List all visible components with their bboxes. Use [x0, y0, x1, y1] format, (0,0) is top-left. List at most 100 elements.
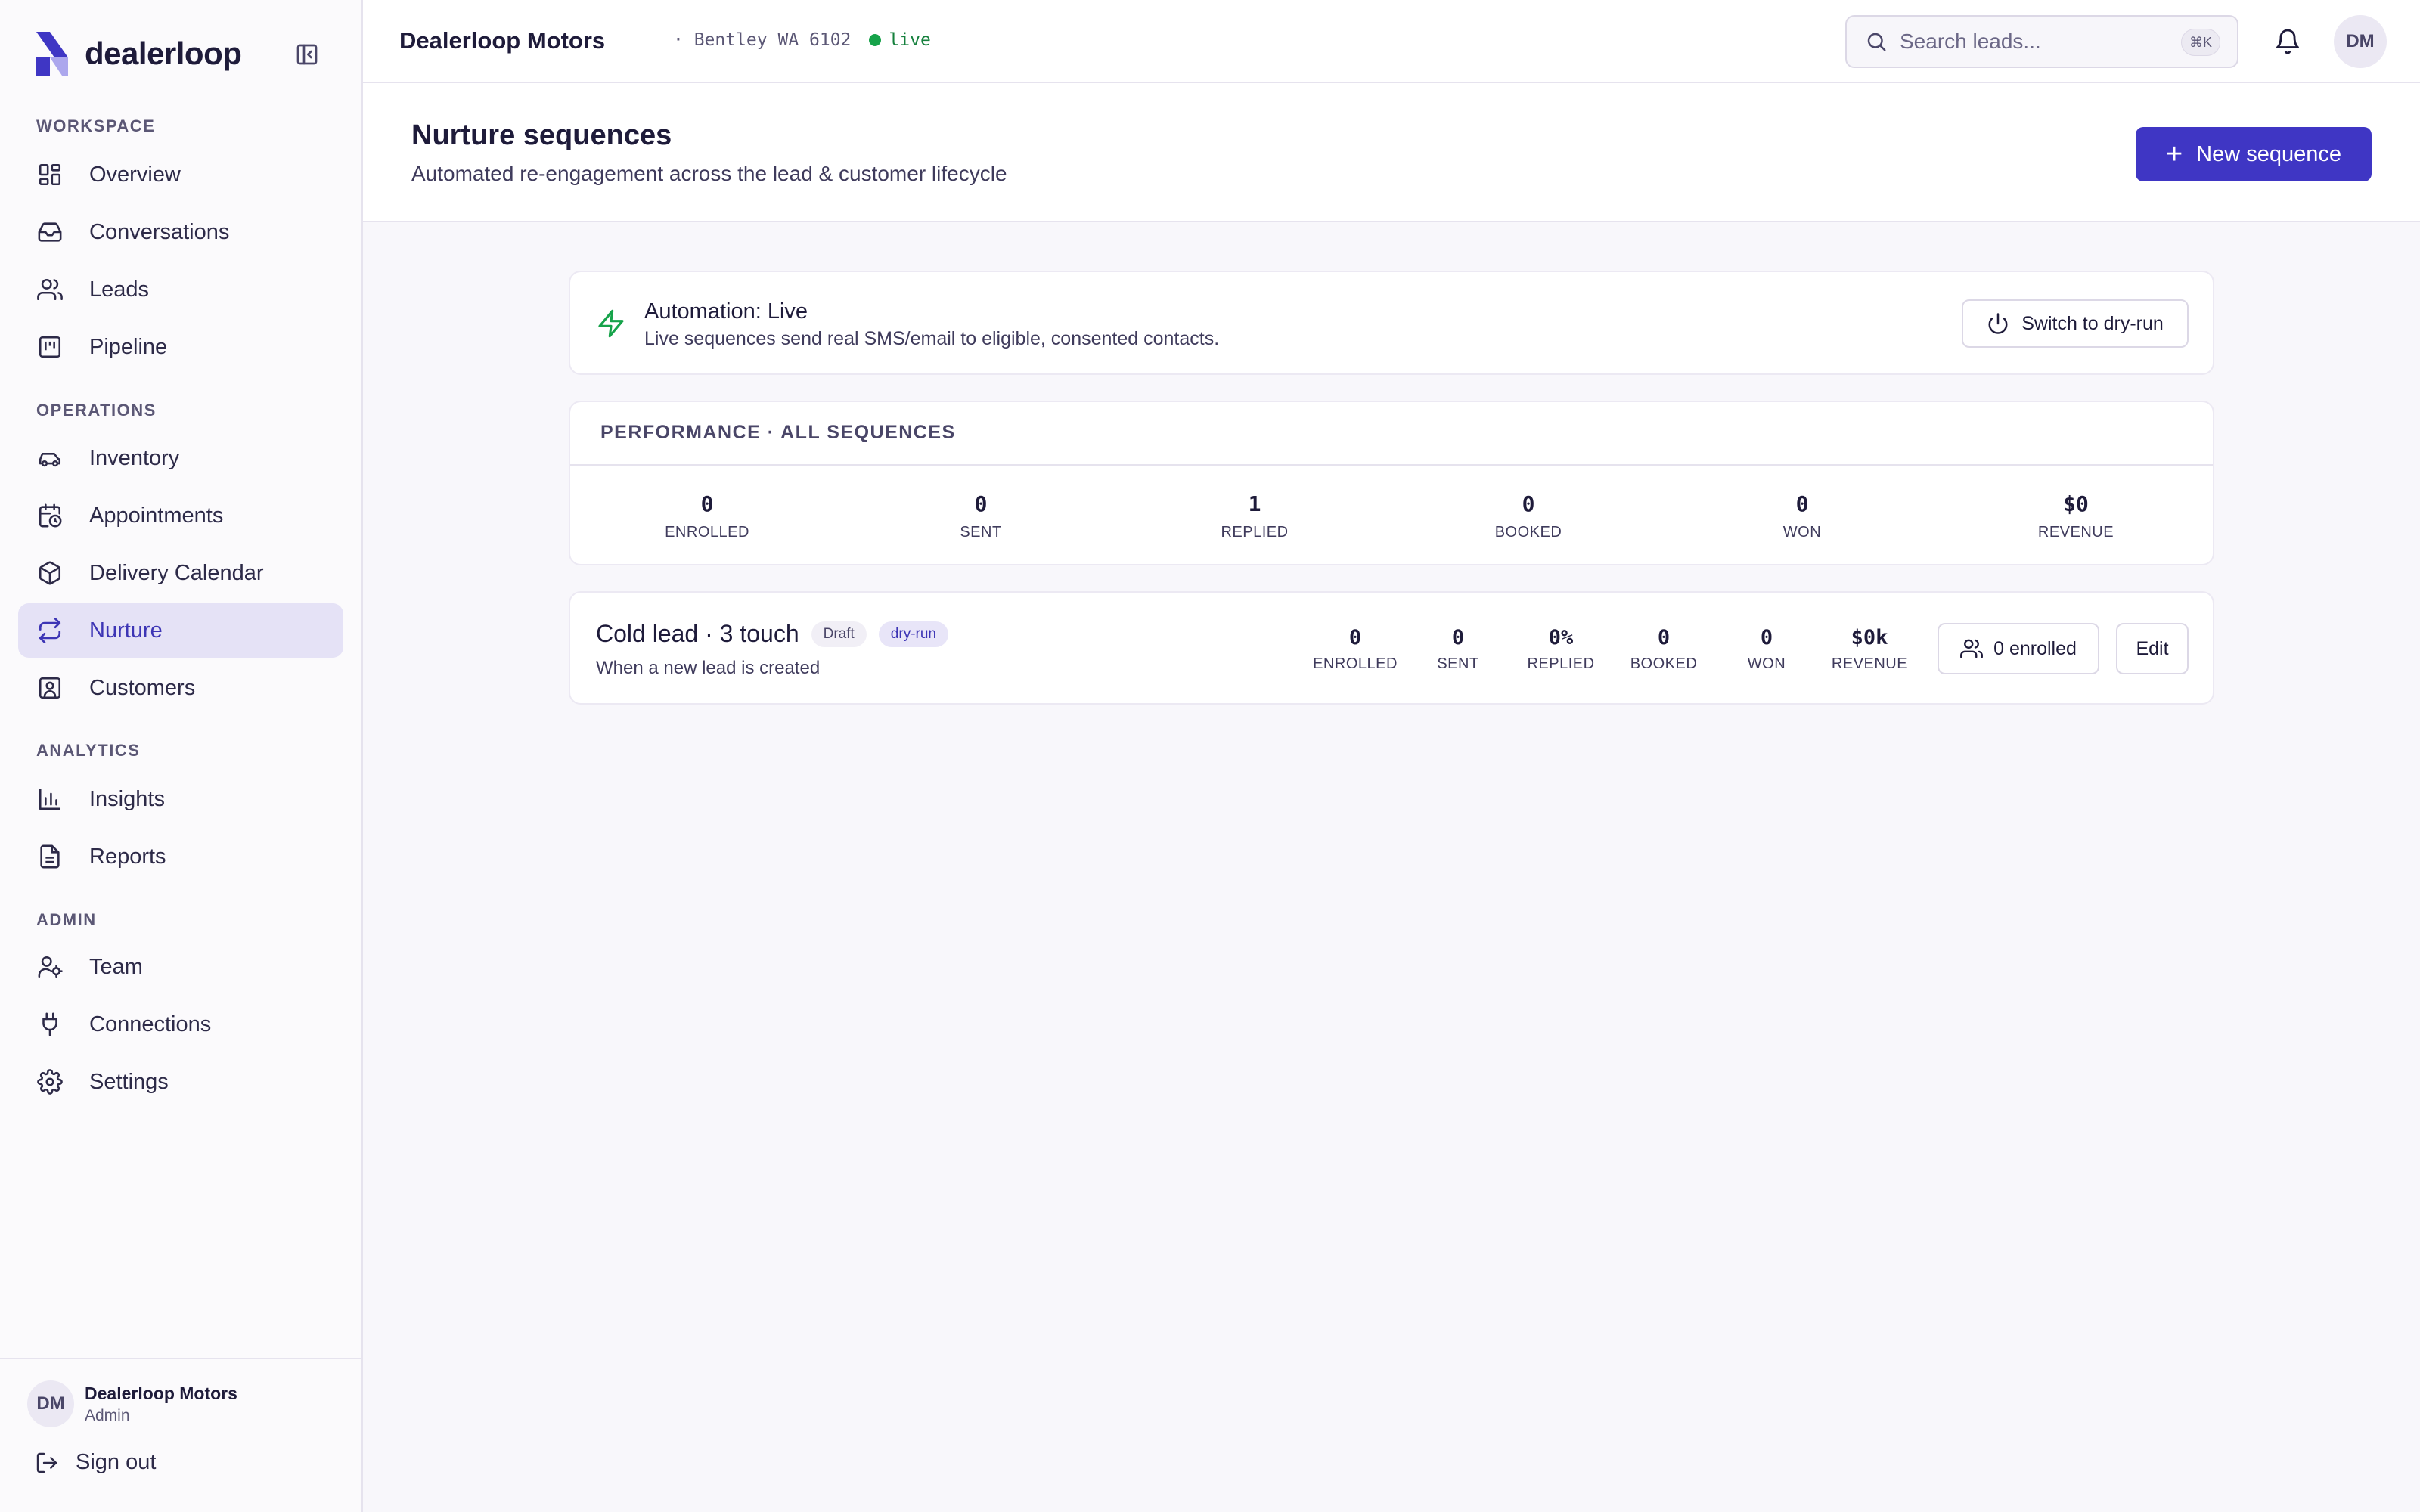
- sidebar-item-settings[interactable]: Settings: [18, 1055, 343, 1109]
- stat-value: $0: [2063, 491, 2089, 516]
- stat-label: REPLIED: [1527, 655, 1595, 672]
- sidebar-collapse-icon: [296, 44, 318, 65]
- performance-card: PERFORMANCE · ALL SEQUENCES 0 ENROLLED 0 S…: [569, 401, 2214, 565]
- kanban-icon: [36, 333, 64, 361]
- brand-name: dealerloop: [85, 36, 242, 71]
- automation-description: Live sequences send real SMS/email to el…: [644, 328, 1220, 349]
- sequence-name[interactable]: Cold lead · 3 touch: [596, 620, 799, 648]
- stat-value: 0: [1451, 626, 1465, 649]
- location-status: · Bentley WA 6102 live: [673, 30, 931, 50]
- enrolled-button[interactable]: 0 enrolled: [1938, 623, 2099, 674]
- sidebar-item-customers[interactable]: Customers: [18, 661, 343, 715]
- status-badge-draft: Draft: [811, 621, 867, 647]
- sidebar-item-label: Customers: [89, 675, 196, 700]
- sidebar-item-reports[interactable]: Reports: [18, 829, 343, 884]
- sidebar-item-leads[interactable]: Leads: [18, 262, 343, 317]
- notifications-button[interactable]: [2269, 23, 2307, 60]
- user-profile[interactable]: DM Dealerloop Motors Admin: [27, 1380, 237, 1427]
- sequence-card[interactable]: Cold lead · 3 touch Draft dry-run When a…: [569, 591, 2214, 705]
- sidebar-item-label: Settings: [89, 1069, 169, 1094]
- sidebar-footer: DM Dealerloop Motors Admin Sign out: [0, 1358, 361, 1512]
- sidebar-item-label: Connections: [89, 1012, 212, 1036]
- user-role: Admin: [85, 1406, 130, 1424]
- collapse-sidebar-button[interactable]: [290, 39, 324, 70]
- page-title: Nurture sequences: [411, 119, 672, 151]
- sidebar-item-nurture[interactable]: Nurture: [18, 603, 343, 658]
- nav-section-workspace: WORKSPACE: [36, 116, 156, 135]
- stat-value: 0: [1522, 491, 1535, 516]
- dealerloop-logo-icon: [36, 32, 68, 76]
- automation-status-card: Automation: Live Live sequences send rea…: [569, 271, 2214, 375]
- stat-label: BOOKED: [1494, 524, 1562, 541]
- stat-label: WON: [1747, 655, 1786, 672]
- page-subtitle: Automated re-engagement across the lead …: [411, 162, 1007, 185]
- sidebar-item-label: Conversations: [89, 219, 230, 244]
- stat-label: ENROLLED: [1313, 655, 1398, 672]
- user-cog-icon: [36, 953, 64, 981]
- sidebar-item-label: Inventory: [89, 445, 180, 470]
- stat-won: 0 WON: [1715, 626, 1818, 673]
- stat-label: SENT: [960, 524, 1002, 541]
- sign-out-button[interactable]: Sign out: [35, 1450, 156, 1475]
- stat-label: REPLIED: [1221, 524, 1289, 541]
- user-avatar-button[interactable]: DM: [2334, 15, 2387, 68]
- status-badge-dry-run: dry-run: [878, 621, 948, 647]
- sidebar-item-pipeline[interactable]: Pipeline: [18, 320, 343, 374]
- users-icon: [1960, 639, 1984, 658]
- stat-value: 0: [1795, 491, 1809, 516]
- nav-section-admin: ADMIN: [36, 910, 97, 929]
- sidebar-item-overview[interactable]: Overview: [18, 147, 343, 202]
- sidebar-item-insights[interactable]: Insights: [18, 772, 343, 826]
- sidebar-item-team[interactable]: Team: [18, 940, 343, 994]
- sidebar-item-label: Pipeline: [89, 334, 168, 359]
- sidebar-item-label: Delivery Calendar: [89, 560, 264, 585]
- stat-enrolled: 0 ENROLLED: [570, 491, 844, 541]
- search-box[interactable]: ⌘K: [1845, 15, 2238, 68]
- sidebar-item-conversations[interactable]: Conversations: [18, 205, 343, 259]
- brand[interactable]: dealerloop: [35, 32, 242, 76]
- inbox-icon: [36, 218, 64, 246]
- stat-value: 0: [1760, 626, 1773, 649]
- stat-booked: 0 BOOKED: [1392, 491, 1665, 541]
- stat-revenue: $0 REVENUE: [1939, 491, 2213, 541]
- sidebar-item-label: Leads: [89, 277, 150, 302]
- new-sequence-button[interactable]: + New sequence: [2136, 127, 2372, 181]
- switch-to-dry-run-label: Switch to dry-run: [2021, 312, 2164, 334]
- edit-sequence-button[interactable]: Edit: [2116, 623, 2189, 674]
- power-icon: [1988, 313, 2008, 334]
- stat-label: WON: [1782, 524, 1822, 541]
- plus-icon: +: [2165, 138, 2183, 170]
- stat-won: 0 WON: [1665, 491, 1939, 541]
- live-status-dot: [869, 34, 882, 46]
- sidebar-item-label: Nurture: [89, 618, 163, 643]
- stat-label: BOOKED: [1630, 655, 1698, 672]
- sidebar-item-appointments[interactable]: Appointments: [18, 488, 343, 543]
- contact-icon: [36, 674, 64, 702]
- divider: [570, 464, 2213, 466]
- stat-value: 0: [1348, 626, 1362, 649]
- sidebar-item-inventory[interactable]: Inventory: [18, 431, 343, 485]
- stat-label: SENT: [1437, 655, 1479, 672]
- stat-label: ENROLLED: [665, 524, 749, 541]
- keyboard-shortcut-badge: ⌘K: [2180, 29, 2220, 56]
- sidebar-item-label: Overview: [89, 162, 181, 187]
- stat-label: REVENUE: [1831, 655, 1908, 672]
- search-input[interactable]: [1900, 29, 2157, 54]
- enrolled-label: 0 enrolled: [1993, 637, 2077, 659]
- grid-icon: [36, 161, 64, 188]
- stat-replied: 0% REPLIED: [1509, 626, 1612, 673]
- location-text: · Bentley WA 6102: [673, 30, 852, 50]
- sidebar-item-connections[interactable]: Connections: [18, 997, 343, 1052]
- automation-title: Automation: Live: [644, 299, 808, 324]
- zap-icon: [598, 309, 624, 338]
- sign-out-label: Sign out: [76, 1450, 157, 1474]
- new-sequence-label: New sequence: [2196, 141, 2342, 166]
- sidebar: dealerloop WORKSPACE Overview Conversati…: [0, 0, 363, 1512]
- performance-stats: 0 ENROLLED 0 SENT 1 REPLIED 0 BOOKED 0 WON $0…: [570, 491, 2213, 541]
- sidebar-item-delivery-calendar[interactable]: Delivery Calendar: [18, 546, 343, 600]
- org-name: Dealerloop Motors: [399, 27, 606, 54]
- gear-icon: [36, 1068, 64, 1095]
- calendar-clock-icon: [36, 502, 64, 529]
- switch-to-dry-run-button[interactable]: Switch to dry-run: [1962, 299, 2189, 348]
- avatar: DM: [27, 1380, 74, 1427]
